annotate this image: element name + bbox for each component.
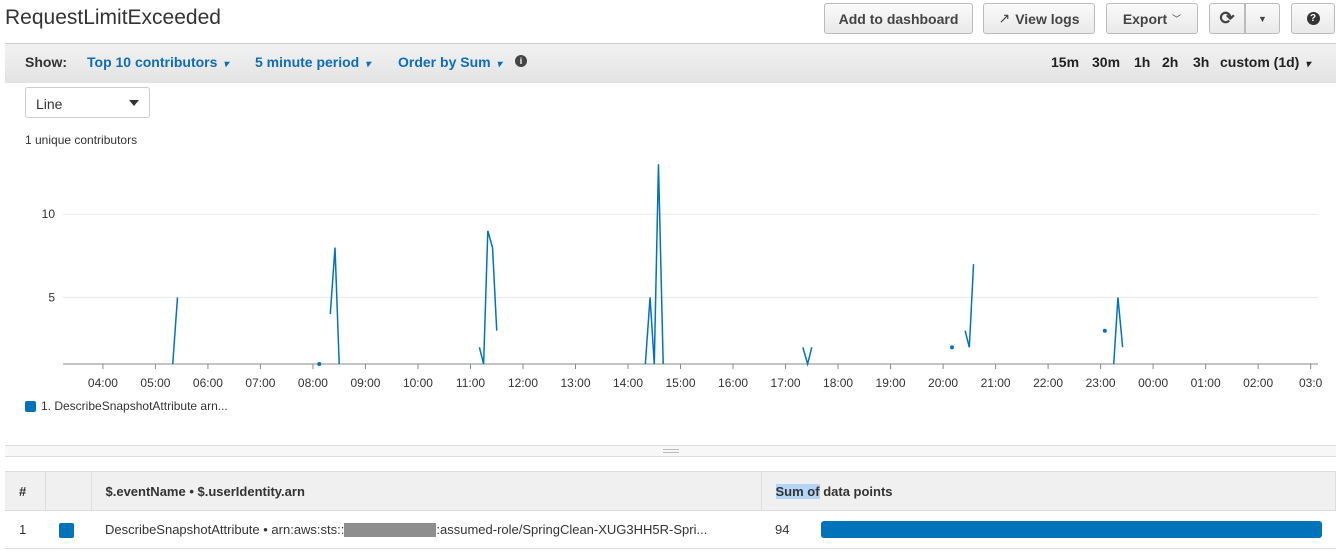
contributor-part-b: :assumed-role/SpringClean-XUG3HH5R-Spri.…	[436, 521, 708, 537]
info-icon[interactable]: i	[515, 55, 527, 67]
view-logs-button[interactable]: ↗ View logs	[983, 3, 1095, 34]
page-title: RequestLimitExceeded	[5, 6, 221, 29]
refresh-options-button[interactable]: ▼	[1245, 3, 1280, 34]
range-custom[interactable]: custom (1d) ▾	[1220, 54, 1310, 70]
table-row[interactable]: 1 DescribeSnapshotAttribute • arn:aws:st…	[5, 510, 1336, 549]
range-30m[interactable]: 30m	[1092, 54, 1120, 70]
x-tick-label: 15:00	[666, 376, 696, 390]
sum-bar	[821, 521, 1322, 538]
range-15m[interactable]: 15m	[1051, 54, 1079, 70]
legend-label: 1. DescribeSnapshotAttribute arn...	[41, 399, 228, 413]
col-contributor: $.eventName • $.userIdentity.arn	[91, 471, 762, 511]
x-tick-label: 07:00	[245, 376, 275, 390]
x-tick-label: 09:00	[350, 376, 380, 390]
external-link-icon: ↗	[998, 10, 1011, 26]
row-sum: 94	[761, 510, 1336, 549]
x-tick-label: 16:00	[718, 376, 748, 390]
x-tick-label: 17:00	[771, 376, 801, 390]
chevron-down-icon: ▾	[365, 59, 371, 70]
col-rank: #	[5, 471, 46, 511]
unique-contributors: 1 unique contributors	[25, 133, 138, 147]
x-tick-label: 08:00	[298, 376, 328, 390]
y-tick-label: 5	[48, 290, 55, 304]
show-label: Show:	[25, 54, 67, 70]
custom-range-label: custom (1d)	[1220, 54, 1300, 70]
x-tick-label: 02:00	[1243, 376, 1273, 390]
export-button[interactable]: Export ﹀	[1106, 3, 1198, 34]
contributors-dropdown[interactable]: Top 10 contributors ▾	[87, 54, 228, 70]
export-label: Export	[1122, 10, 1168, 27]
row-contributor: DescribeSnapshotAttribute • arn:aws:sts:…	[91, 510, 761, 549]
chart-type-value: Line	[36, 96, 63, 112]
period-dropdown[interactable]: 5 minute period ▾	[255, 54, 370, 70]
x-tick-label: 10:00	[403, 376, 433, 390]
series-line	[171, 297, 179, 365]
drag-handle-icon	[663, 449, 679, 453]
x-tick-label: 13:00	[560, 376, 590, 390]
x-tick-label: 18:00	[823, 376, 853, 390]
refresh-icon: ⟳	[1219, 8, 1235, 28]
x-tick-label: 19:00	[876, 376, 906, 390]
legend-swatch	[25, 400, 36, 412]
contributors-table: # $.eventName • $.userIdentity.arn Sum o…	[5, 471, 1336, 549]
chevron-down-icon: ▾	[223, 59, 229, 70]
row-color	[45, 510, 91, 549]
data-point	[950, 345, 955, 350]
x-tick-label: 21:00	[981, 376, 1011, 390]
col-sum-rest: data points	[823, 483, 893, 499]
caret-down-icon	[129, 100, 139, 106]
data-point	[1102, 328, 1107, 333]
series-line	[329, 247, 340, 365]
x-tick-label: 23:00	[1086, 376, 1116, 390]
col-sum: Sum of data points	[761, 471, 1336, 511]
range-2h[interactable]: 2h	[1162, 54, 1178, 70]
add-to-dashboard-button[interactable]: Add to dashboard	[824, 3, 973, 34]
x-tick-label: 01:00	[1191, 376, 1221, 390]
col-color	[45, 471, 92, 511]
legend-item[interactable]: 1. DescribeSnapshotAttribute arn...	[25, 399, 228, 413]
range-1h[interactable]: 1h	[1134, 54, 1150, 70]
x-tick-label: 06:00	[193, 376, 223, 390]
series-line	[644, 164, 664, 365]
help-button[interactable]: ?	[1291, 3, 1335, 34]
x-tick-label: 05:00	[140, 376, 170, 390]
caret-down-icon: ▾	[1305, 59, 1311, 70]
contributors-label: Top 10 contributors	[87, 54, 218, 70]
query-toolbar: Show: Top 10 contributors ▾ 5 minute peri…	[5, 43, 1336, 83]
x-tick-label: 11:00	[456, 376, 485, 390]
x-tick-label: 20:00	[928, 376, 958, 390]
row-rank: 1	[5, 510, 45, 549]
chevron-down-icon: ▾	[496, 59, 502, 70]
chart-type-select[interactable]: Line	[25, 87, 150, 118]
contributor-part-a: DescribeSnapshotAttribute • arn:aws:sts:…	[105, 521, 345, 537]
line-chart: 5 10 04:00 05:00 06:00 07:00 08:00 09:00 10:00 11…	[42, 164, 1323, 390]
sum-value: 94	[775, 522, 790, 537]
period-label: 5 minute period	[255, 54, 360, 70]
redacted-account	[344, 523, 437, 538]
col-sum-highlight: Sum of	[775, 483, 820, 499]
x-tick-label: 04:00	[88, 376, 118, 390]
add-to-dashboard-label: Add to dashboard	[838, 10, 959, 27]
refresh-button[interactable]: ⟳	[1209, 3, 1245, 34]
chevron-down-icon: ﹀	[1172, 14, 1182, 24]
y-tick-label: 10	[42, 207, 56, 221]
resize-handle[interactable]	[5, 445, 1336, 457]
x-tick-label: 22:00	[1033, 376, 1063, 390]
x-tick-label: 03:0	[1299, 376, 1323, 390]
series-line	[802, 347, 813, 367]
x-tick-label: 00:00	[1138, 376, 1168, 390]
caret-down-icon: ▼	[1258, 13, 1267, 24]
data-point	[317, 362, 322, 366]
order-dropdown[interactable]: Order by Sum ▾	[398, 54, 502, 70]
view-logs-label: View logs	[1015, 10, 1080, 27]
order-label: Order by Sum	[398, 54, 491, 70]
help-icon: ?	[1306, 12, 1320, 25]
x-tick-label: 14:00	[613, 376, 643, 390]
series-line	[1112, 297, 1124, 365]
range-3h[interactable]: 3h	[1193, 54, 1209, 70]
series-line	[964, 264, 975, 348]
series-swatch	[59, 522, 74, 538]
x-tick-label: 12:00	[508, 376, 538, 390]
